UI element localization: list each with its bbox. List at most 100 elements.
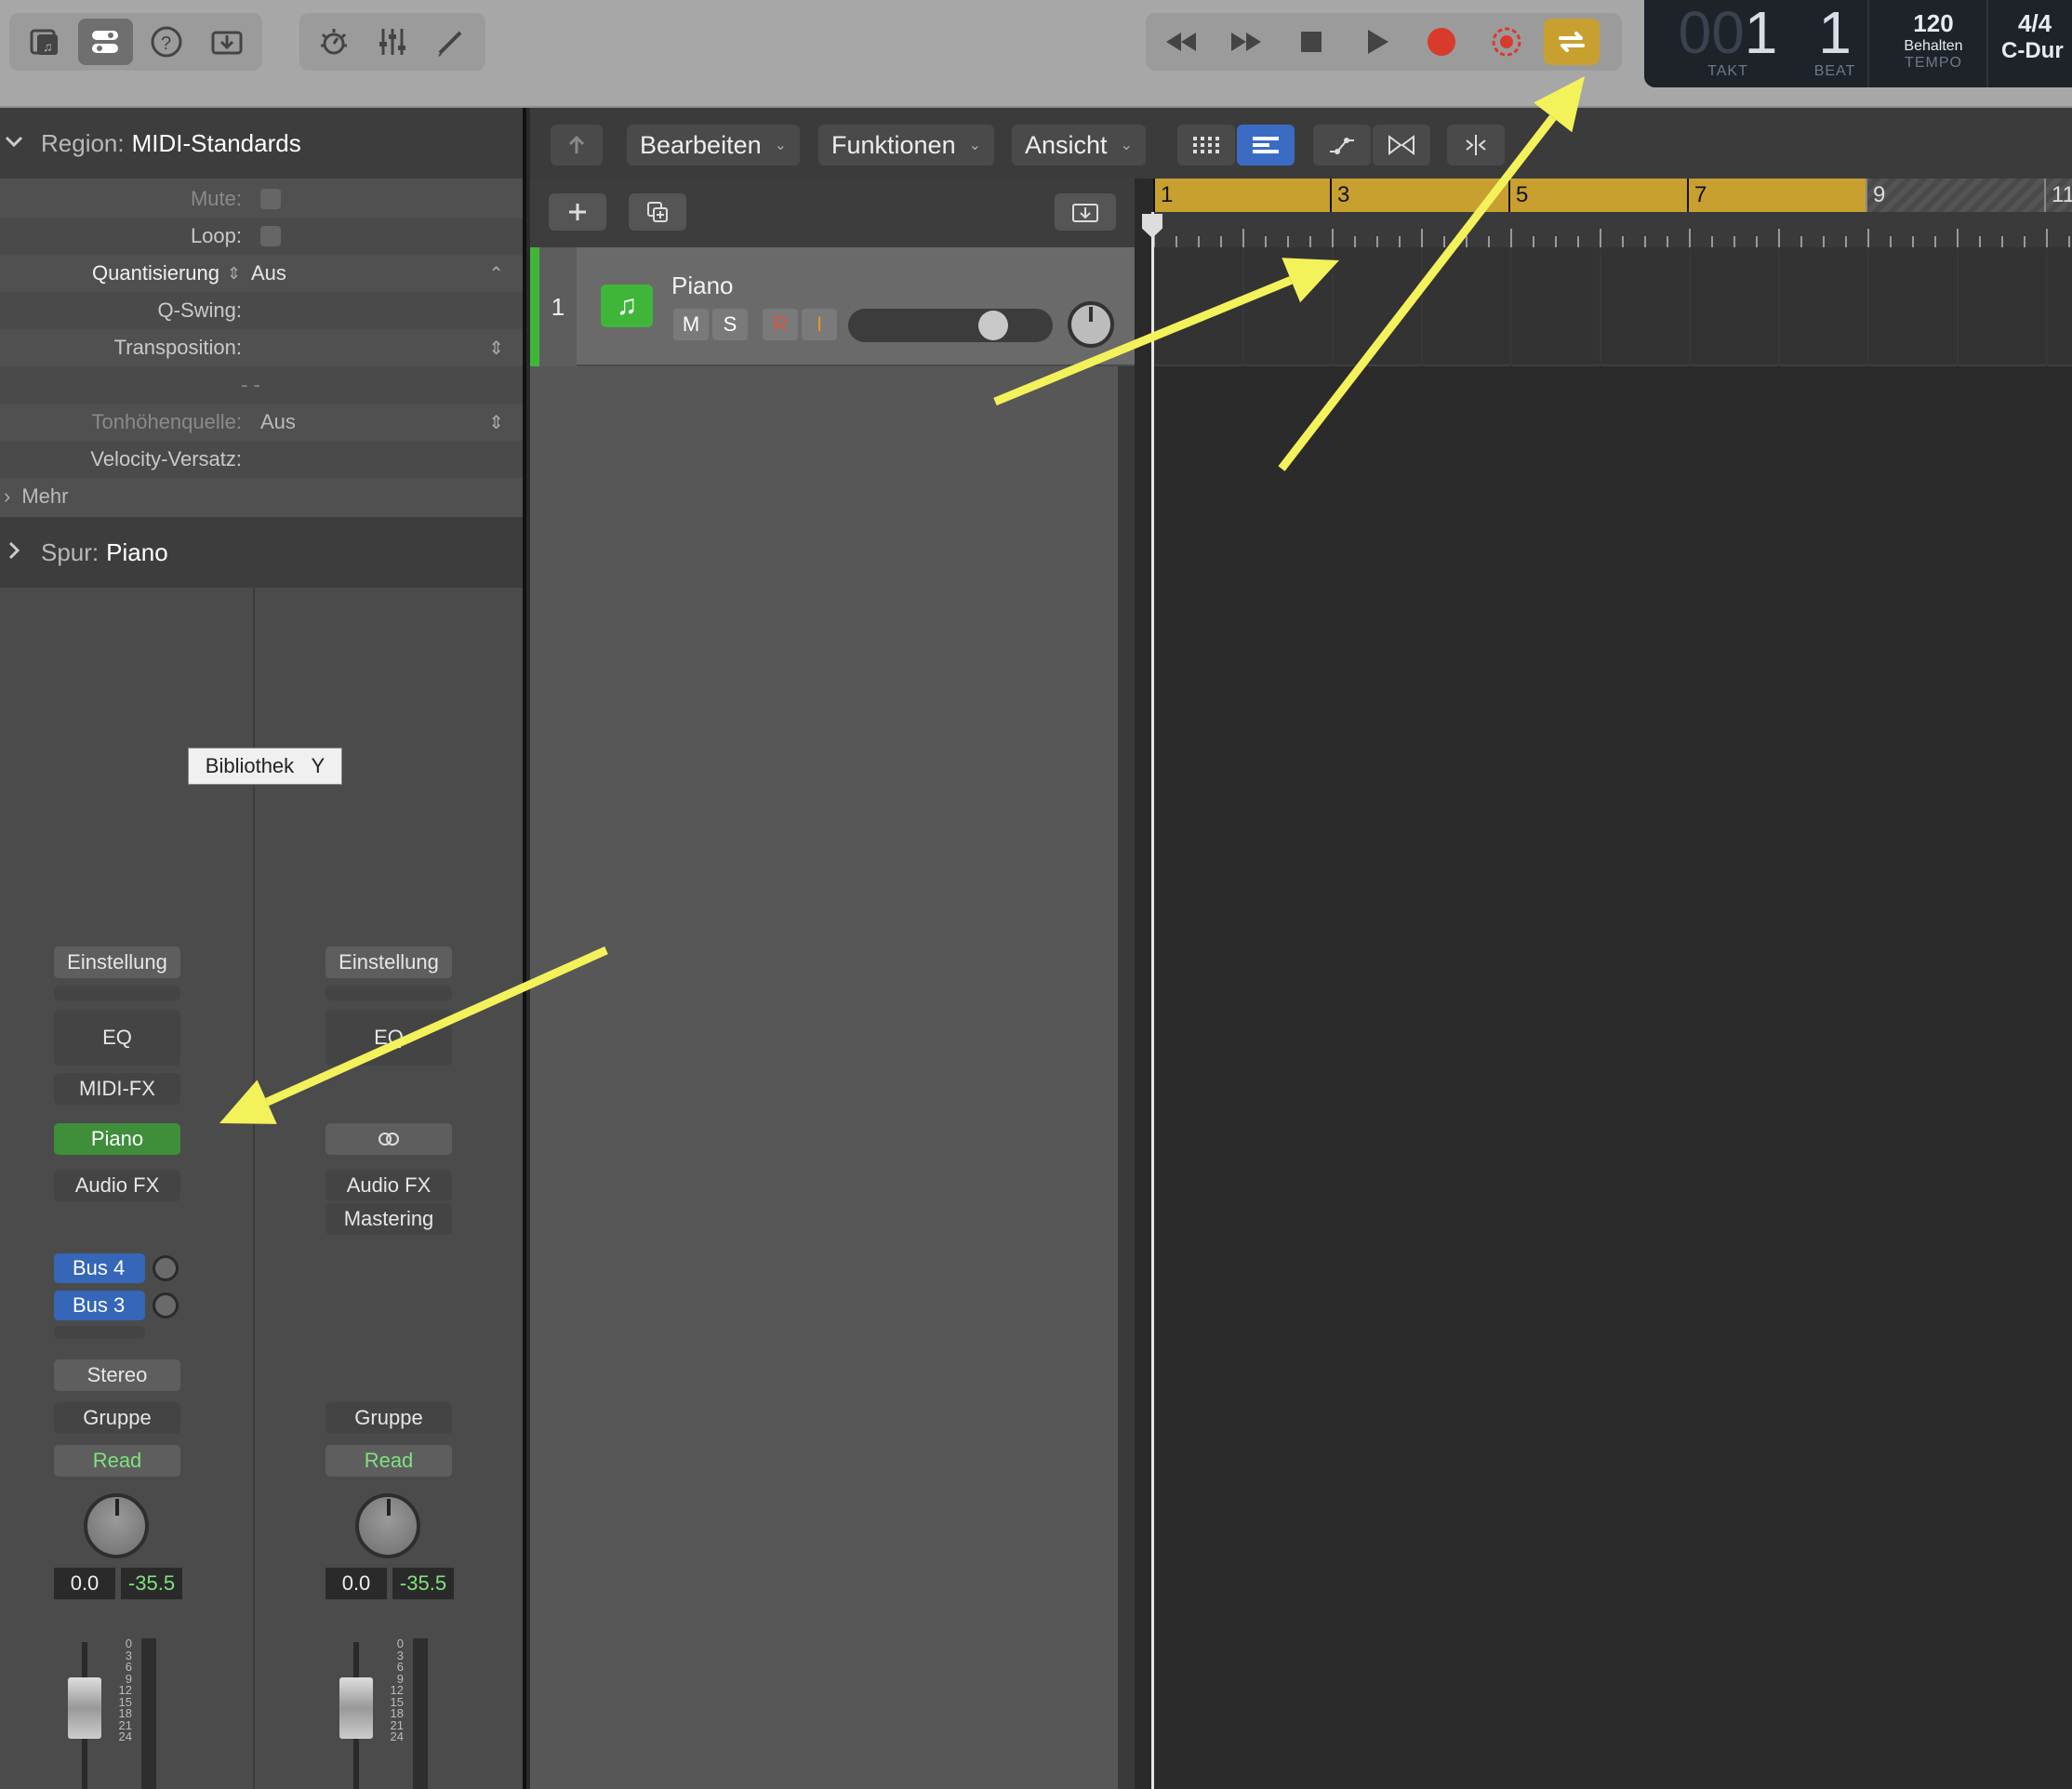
rewind-icon[interactable] <box>1153 19 1209 65</box>
volume-slider-thumb[interactable] <box>978 311 1008 340</box>
chevron-down-icon <box>4 129 24 158</box>
ruler-beyond-cycle[interactable] <box>1866 179 2072 212</box>
functions-menu[interactable]: Funktionen ⌄ <box>818 125 994 166</box>
ruler-tick <box>1265 236 1267 247</box>
automation-mode[interactable]: Read <box>54 1445 180 1477</box>
track-pan-knob[interactable] <box>1068 301 1114 348</box>
svg-text:♫: ♫ <box>43 39 53 54</box>
more-row[interactable]: › Mehr <box>0 478 523 515</box>
volume-value: 0.0 <box>325 1568 387 1599</box>
inspector-icon[interactable] <box>77 19 133 65</box>
eq-slot[interactable]: EQ <box>54 1010 180 1066</box>
send-bus3[interactable]: Bus 3 <box>54 1291 145 1320</box>
stepper-icon[interactable]: ⇕ <box>488 411 504 434</box>
track-color-bar <box>530 247 539 366</box>
output-button[interactable]: Stereo <box>54 1359 180 1391</box>
record-icon[interactable] <box>1414 19 1469 65</box>
cycle-icon[interactable] <box>1544 19 1600 65</box>
track-lane[interactable] <box>1151 247 2072 366</box>
peak-value: -35.5 <box>392 1568 454 1599</box>
dashes-row: - - <box>0 366 523 404</box>
list-view-icon[interactable] <box>1237 125 1295 166</box>
send-knob[interactable] <box>153 1255 179 1281</box>
play-icon[interactable] <box>1348 19 1404 65</box>
editors-icon[interactable] <box>425 19 478 65</box>
midi-fx-slot[interactable]: MIDI-FX <box>54 1073 180 1105</box>
ruler-tick <box>1689 229 1691 247</box>
music-note-icon[interactable]: ♫ <box>601 285 653 327</box>
automation-icon[interactable] <box>1313 125 1371 166</box>
mixer-icon[interactable] <box>365 19 418 65</box>
audio-fx-slot[interactable]: Audio FX <box>325 1170 452 1201</box>
region-header[interactable]: Region: MIDI-Standards <box>0 108 523 179</box>
quantize-value[interactable]: Aus <box>251 261 286 285</box>
region-label: Region: <box>41 128 125 157</box>
audio-fx-slot[interactable]: Audio FX <box>54 1170 180 1201</box>
stop-icon[interactable] <box>1283 19 1339 65</box>
track-volume-slider[interactable] <box>848 309 1053 342</box>
send-slot-empty[interactable] <box>54 1326 145 1339</box>
download-icon[interactable] <box>200 19 256 65</box>
duplicate-track-icon[interactable] <box>629 193 686 231</box>
more-label: Mehr <box>21 484 69 508</box>
send-knob[interactable] <box>153 1292 179 1319</box>
pitch-source-value[interactable]: Aus <box>260 410 296 434</box>
eq-slot[interactable]: EQ <box>325 1010 452 1066</box>
pan-knob[interactable] <box>355 1493 420 1558</box>
stepper-icon[interactable]: ⇕ <box>488 337 504 360</box>
ruler-tick <box>1577 236 1579 247</box>
arrange-area[interactable] <box>1151 179 2072 1789</box>
grid-view-icon[interactable] <box>1177 125 1235 166</box>
add-track-icon[interactable] <box>549 193 606 231</box>
solo-button[interactable]: S <box>712 309 748 340</box>
view-menu[interactable]: Ansicht ⌄ <box>1012 125 1146 166</box>
velocity-row: Velocity-Versatz: <box>0 441 523 478</box>
smart-controls-icon[interactable] <box>307 19 360 65</box>
ruler-tick <box>2024 236 2026 247</box>
velocity-label: Velocity-Versatz: <box>90 447 242 470</box>
playhead[interactable] <box>1151 212 1154 1789</box>
quantize-row[interactable]: Quantisierung ⇕ Aus ⌃ <box>0 255 523 292</box>
stereo-link-button[interactable] <box>325 1123 452 1155</box>
back-icon[interactable] <box>551 125 603 166</box>
gain-slot[interactable] <box>54 986 180 1001</box>
loop-checkbox[interactable] <box>260 226 281 246</box>
input-monitor-button[interactable]: I <box>802 309 837 340</box>
group-slot[interactable]: Gruppe <box>325 1402 452 1434</box>
edit-menu[interactable]: Bearbeiten ⌄ <box>627 125 801 166</box>
pan-knob[interactable] <box>84 1493 149 1558</box>
ruler-tick <box>1711 236 1713 247</box>
ruler-tick <box>1555 236 1557 247</box>
snap-icon[interactable] <box>1447 125 1505 166</box>
lcd-display[interactable]: 001 TAKT 1 BEAT 120 Behalten TEMPO 4/4 C… <box>1644 0 2072 87</box>
help-icon[interactable]: ? <box>139 19 194 65</box>
setting-button[interactable]: Einstellung <box>325 947 452 978</box>
transpose-row[interactable]: Transposition: ⇕ <box>0 329 523 366</box>
automation-mode[interactable]: Read <box>325 1445 452 1477</box>
mute-checkbox[interactable] <box>260 189 281 209</box>
capture-record-icon[interactable] <box>1479 19 1534 65</box>
flex-icon[interactable] <box>1373 125 1430 166</box>
svg-text:?: ? <box>161 33 171 54</box>
track-name[interactable]: Piano <box>671 272 734 300</box>
send-bus4[interactable]: Bus 4 <box>54 1253 145 1283</box>
ruler-tick <box>2001 236 2003 247</box>
track-header[interactable]: Spur: Piano <box>0 517 523 588</box>
mastering-slot[interactable]: Mastering <box>325 1203 452 1235</box>
gain-slot[interactable] <box>325 986 452 1001</box>
bar-grid-line <box>1867 247 1869 366</box>
ruler-tick <box>1778 229 1780 247</box>
group-slot[interactable]: Gruppe <box>54 1402 180 1434</box>
library-icon[interactable]: ♫ <box>17 19 73 65</box>
forward-icon[interactable] <box>1218 19 1274 65</box>
setting-button[interactable]: Einstellung <box>54 947 180 978</box>
instrument-slot[interactable]: Piano <box>54 1123 180 1155</box>
pitch-source-row[interactable]: Tonhöhenquelle: Aus ⇕ <box>0 404 523 441</box>
download-icon[interactable] <box>1055 193 1116 231</box>
record-enable-button[interactable]: R <box>763 309 798 340</box>
volume-fader[interactable] <box>339 1677 373 1739</box>
ruler-tick <box>1399 236 1401 247</box>
stepper-icon[interactable]: ⌃ <box>488 262 504 285</box>
volume-fader[interactable] <box>68 1677 101 1739</box>
mute-button[interactable]: M <box>673 309 709 340</box>
